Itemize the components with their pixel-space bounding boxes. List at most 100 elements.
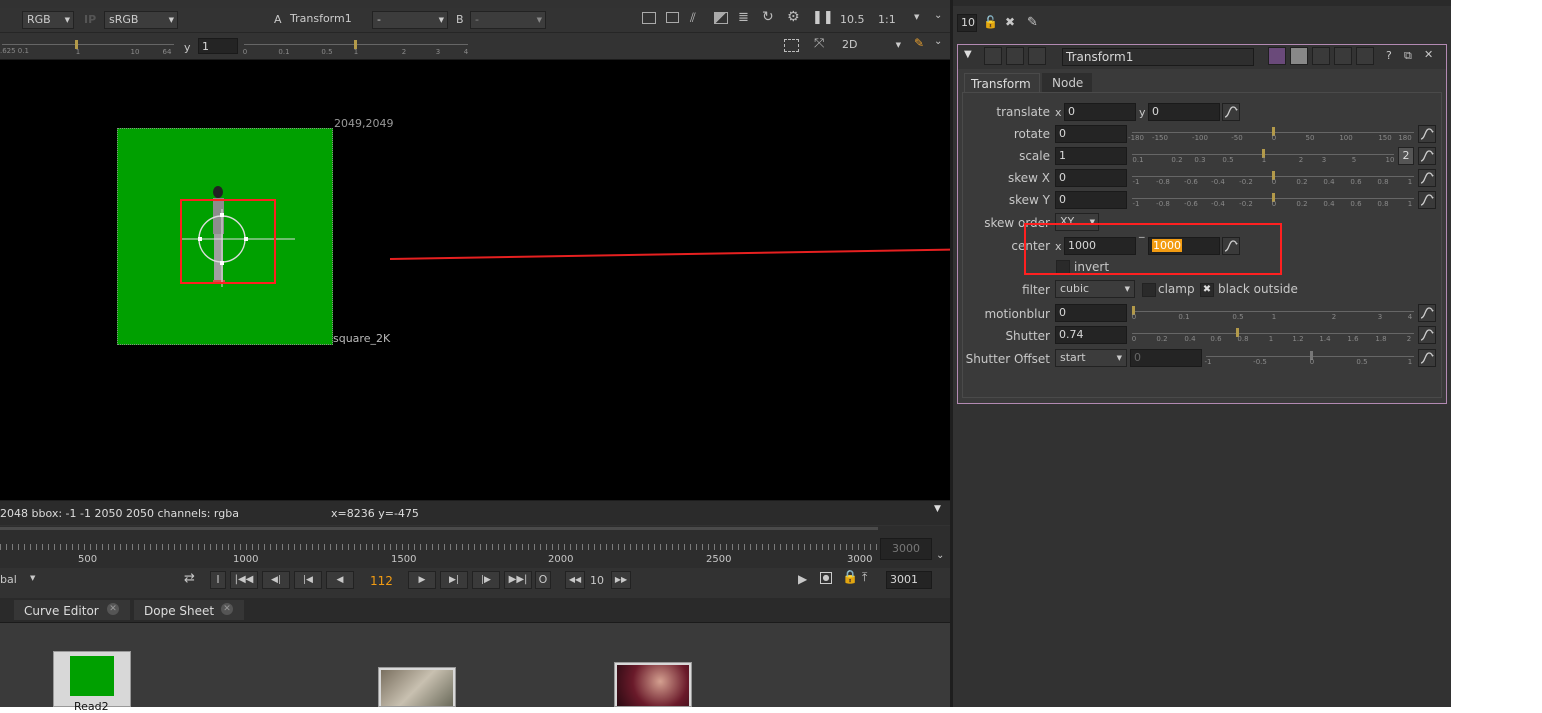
collapse-triangle-icon[interactable]: ▼	[964, 49, 972, 60]
close-icon[interactable]: ✕	[221, 603, 233, 615]
animation-curve-icon[interactable]	[1418, 304, 1436, 322]
animation-curve-icon[interactable]	[1418, 191, 1436, 209]
motionblur-field[interactable]: 0	[1055, 304, 1127, 322]
play-backward-button[interactable]: ◀	[326, 571, 354, 589]
collapse-icon[interactable]: ⌄	[934, 10, 942, 21]
current-frame-value[interactable]: 112	[370, 574, 393, 588]
color-swatch-icon[interactable]	[1268, 47, 1286, 65]
next-frame-button[interactable]: ▶|	[440, 571, 468, 589]
label-color-icon[interactable]	[1290, 47, 1308, 65]
view-mode-dropdown[interactable]: 2D ▼	[838, 37, 904, 55]
collapse-icon[interactable]: ⌄	[934, 36, 942, 47]
triangle-down-icon[interactable]: ▼	[934, 504, 941, 514]
translate-x-field[interactable]: 0	[1064, 103, 1136, 121]
loop-icon[interactable]: ⇄	[184, 571, 195, 586]
clamp-checkbox[interactable]	[1142, 283, 1156, 297]
tab-transform[interactable]: Transform	[964, 73, 1040, 93]
lock-icon[interactable]: 🔒	[842, 570, 858, 585]
lines-icon[interactable]: ≣	[738, 10, 749, 25]
node-color-icon[interactable]	[1006, 47, 1024, 65]
animation-curve-icon[interactable]	[1418, 125, 1436, 143]
black-outside-checkbox[interactable]: ✖	[1200, 283, 1214, 297]
timeline-ruler[interactable]	[0, 544, 878, 550]
tab-dope-sheet[interactable]: Dope Sheet ✕	[134, 600, 244, 620]
paint-brush-icon[interactable]: ✎	[914, 36, 924, 50]
next-keyframe-button[interactable]: |▶	[472, 571, 500, 589]
node-name-field[interactable]: Transform1	[1062, 48, 1254, 66]
step-forward-button[interactable]: ▶▶	[611, 571, 631, 589]
mode-label[interactable]: bal	[0, 573, 17, 586]
rotate-field[interactable]: 0	[1055, 125, 1127, 143]
record-icon[interactable]: ●	[820, 572, 832, 584]
lock-icon[interactable]: 🔓	[983, 15, 998, 29]
node-thumbnail-portrait[interactable]	[614, 662, 692, 707]
collapse-icon[interactable]: ⌄	[936, 550, 944, 561]
translate-y-field[interactable]: 0	[1148, 103, 1220, 121]
input-b-dropdown[interactable]: - ▼	[470, 11, 546, 29]
chevron-down-icon[interactable]: ▼	[914, 13, 919, 21]
prev-frame-button[interactable]: |◀	[294, 571, 322, 589]
node-thumbnail-office[interactable]	[378, 667, 456, 707]
tab-node[interactable]: Node	[1042, 73, 1092, 93]
skewy-field[interactable]: 0	[1055, 191, 1127, 209]
skewx-field[interactable]: 0	[1055, 169, 1127, 187]
animation-curve-icon[interactable]	[1418, 169, 1436, 187]
prev-keyframe-button[interactable]: ◀|	[262, 571, 290, 589]
input-a-dropdown[interactable]: Transform1	[286, 11, 366, 29]
monitor-icon[interactable]	[666, 12, 679, 23]
end-frame-field[interactable]: 3000	[880, 538, 932, 560]
step-value[interactable]: 10	[590, 574, 604, 587]
colorspace-dropdown[interactable]: sRGB ▼	[104, 11, 178, 29]
channels-dropdown[interactable]: RGB ▼	[22, 11, 74, 29]
gear-icon[interactable]: ⚙	[787, 9, 800, 25]
roi-icon[interactable]	[642, 12, 656, 24]
filter-dropdown[interactable]: cubic ▼	[1055, 280, 1135, 298]
y-gamma-field[interactable]: 1	[198, 38, 238, 54]
viewer-canvas[interactable]: 2049,2049 square_2K	[0, 60, 1010, 500]
fstop-value[interactable]: 10.5	[840, 13, 865, 26]
shutter-offset-dropdown[interactable]: start ▼	[1055, 349, 1127, 367]
chevron-down-icon[interactable]: ▼	[30, 574, 35, 582]
step-back-button[interactable]: ◀◀	[565, 571, 585, 589]
first-frame-button[interactable]: |◀◀	[230, 571, 258, 589]
play-forward-button[interactable]: ▶	[408, 571, 436, 589]
shutter-slider[interactable]	[1132, 333, 1414, 334]
help-icon[interactable]: ?	[1386, 49, 1392, 62]
scale-split-button[interactable]: 2	[1398, 147, 1414, 165]
shutter-field[interactable]: 0.74	[1055, 326, 1127, 344]
region-select-icon[interactable]	[784, 39, 799, 52]
pencil-icon[interactable]: ✎	[1027, 15, 1038, 30]
animation-curve-icon[interactable]	[1418, 326, 1436, 344]
undo-icon[interactable]	[1312, 47, 1330, 65]
in-point-button[interactable]: I	[210, 571, 226, 589]
export-icon[interactable]: ⤒	[862, 570, 867, 585]
max-panels-field[interactable]: 10	[957, 14, 977, 32]
stripes-icon[interactable]: ⫽	[690, 11, 696, 26]
transform-handle-icon[interactable]: ⤧	[814, 36, 824, 51]
wrench-icon[interactable]	[1028, 47, 1046, 65]
animation-curve-icon[interactable]	[1222, 103, 1240, 121]
animation-curve-icon[interactable]	[1418, 147, 1436, 165]
ip-label[interactable]: IP	[84, 13, 96, 26]
viewer-toggle-icon[interactable]	[984, 47, 1002, 65]
animation-curve-icon[interactable]	[1418, 349, 1436, 367]
float-icon[interactable]: ⧉	[1404, 49, 1412, 63]
close-icon[interactable]: ✕	[1424, 48, 1433, 61]
wipe-icon[interactable]	[714, 12, 728, 24]
pause-icon[interactable]: ❚❚	[812, 10, 834, 25]
last-frame-button[interactable]: ▶▶|	[504, 571, 532, 589]
flipbook-icon[interactable]: ▶	[798, 572, 807, 586]
shutter-offset-field[interactable]: 0	[1130, 349, 1202, 367]
redo-icon[interactable]	[1334, 47, 1352, 65]
node-read2[interactable]: Read2	[53, 651, 131, 713]
scale-field[interactable]: 1	[1055, 147, 1127, 165]
revert-icon[interactable]	[1356, 47, 1374, 65]
close-icon[interactable]: ✕	[107, 603, 119, 615]
motionblur-slider[interactable]	[1132, 311, 1414, 312]
node-graph[interactable]: Read2	[0, 623, 950, 713]
out-point-button[interactable]: O	[535, 571, 551, 589]
out-frame-field[interactable]: 3001	[886, 571, 932, 589]
clear-panels-icon[interactable]: ✖	[1005, 15, 1015, 29]
refresh-icon[interactable]: ↻	[762, 9, 774, 25]
merge-op-dropdown[interactable]: - ▼	[372, 11, 448, 29]
